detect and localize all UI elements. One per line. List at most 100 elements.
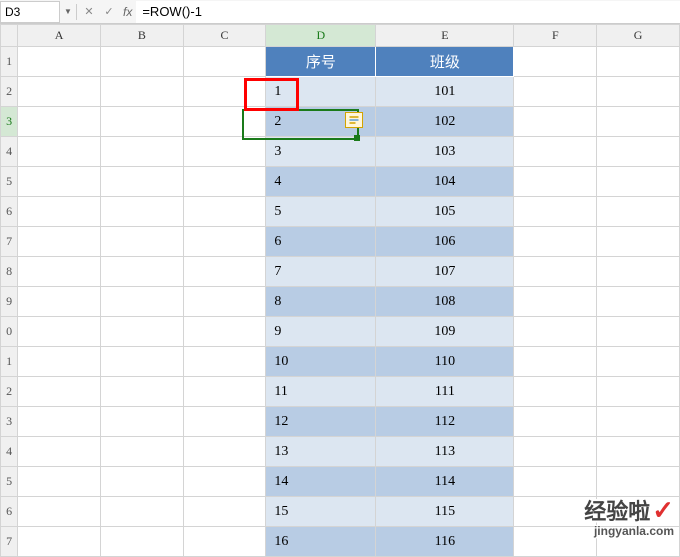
cell[interactable] xyxy=(514,437,597,467)
cell[interactable] xyxy=(100,407,183,437)
cell[interactable] xyxy=(18,257,101,287)
col-header-C[interactable]: C xyxy=(183,25,266,47)
cell[interactable] xyxy=(597,317,680,347)
row-header-11[interactable]: 1 xyxy=(1,347,18,377)
data-cell-e[interactable]: 106 xyxy=(376,227,514,257)
data-cell-d[interactable]: 6 xyxy=(266,227,376,257)
data-cell-d[interactable]: 14 xyxy=(266,467,376,497)
data-cell-e[interactable]: 111 xyxy=(376,377,514,407)
data-cell-d[interactable]: 8 xyxy=(266,287,376,317)
cell[interactable] xyxy=(514,77,597,107)
cell[interactable] xyxy=(597,47,680,77)
cell[interactable] xyxy=(100,467,183,497)
cell[interactable] xyxy=(18,467,101,497)
cell[interactable] xyxy=(100,197,183,227)
data-cell-e[interactable]: 114 xyxy=(376,467,514,497)
header-cell-e[interactable]: 班级 xyxy=(376,47,514,77)
cell[interactable] xyxy=(597,77,680,107)
cell[interactable] xyxy=(597,407,680,437)
data-cell-e[interactable]: 107 xyxy=(376,257,514,287)
cell[interactable] xyxy=(18,197,101,227)
data-cell-e[interactable]: 108 xyxy=(376,287,514,317)
data-cell-e[interactable]: 109 xyxy=(376,317,514,347)
data-cell-d[interactable]: 13 xyxy=(266,437,376,467)
cell[interactable] xyxy=(514,377,597,407)
autofill-options-icon[interactable] xyxy=(345,112,363,128)
cell[interactable] xyxy=(514,407,597,437)
cell[interactable] xyxy=(100,107,183,137)
cell[interactable] xyxy=(18,497,101,527)
cell[interactable] xyxy=(514,107,597,137)
row-header-8[interactable]: 8 xyxy=(1,257,18,287)
cell[interactable] xyxy=(183,107,266,137)
col-header-B[interactable]: B xyxy=(100,25,183,47)
cell[interactable] xyxy=(183,167,266,197)
formula-input[interactable] xyxy=(136,1,680,23)
data-cell-d[interactable]: 7 xyxy=(266,257,376,287)
fx-icon[interactable]: fx xyxy=(119,5,136,19)
data-cell-e[interactable]: 104 xyxy=(376,167,514,197)
row-header-6[interactable]: 6 xyxy=(1,197,18,227)
cell[interactable] xyxy=(183,197,266,227)
cell[interactable] xyxy=(514,197,597,227)
row-header-1[interactable]: 1 xyxy=(1,47,18,77)
data-cell-d[interactable]: 1 xyxy=(266,77,376,107)
data-cell-d[interactable]: 15 xyxy=(266,497,376,527)
data-cell-d[interactable]: 5 xyxy=(266,197,376,227)
cell[interactable] xyxy=(183,497,266,527)
row-header-16[interactable]: 6 xyxy=(1,497,18,527)
cell[interactable] xyxy=(514,317,597,347)
row-header-4[interactable]: 4 xyxy=(1,137,18,167)
row-header-9[interactable]: 9 xyxy=(1,287,18,317)
cell[interactable] xyxy=(183,287,266,317)
cell[interactable] xyxy=(100,47,183,77)
data-cell-d[interactable]: 9 xyxy=(266,317,376,347)
cell[interactable] xyxy=(100,437,183,467)
cell[interactable] xyxy=(514,47,597,77)
cell[interactable] xyxy=(597,167,680,197)
data-cell-e[interactable]: 113 xyxy=(376,437,514,467)
cell[interactable] xyxy=(18,377,101,407)
cell[interactable] xyxy=(514,347,597,377)
cell[interactable] xyxy=(100,497,183,527)
cell[interactable] xyxy=(100,257,183,287)
header-cell-d[interactable]: 序号 xyxy=(266,47,376,77)
cell[interactable] xyxy=(18,317,101,347)
cell[interactable] xyxy=(18,167,101,197)
cell[interactable] xyxy=(597,197,680,227)
col-header-G[interactable]: G xyxy=(597,25,680,47)
cell[interactable] xyxy=(514,167,597,197)
data-cell-d[interactable]: 11 xyxy=(266,377,376,407)
col-header-D[interactable]: D xyxy=(266,25,376,47)
data-cell-e[interactable]: 103 xyxy=(376,137,514,167)
cell[interactable] xyxy=(597,257,680,287)
data-cell-e[interactable]: 101 xyxy=(376,77,514,107)
cell[interactable] xyxy=(514,287,597,317)
data-cell-e[interactable]: 112 xyxy=(376,407,514,437)
row-header-12[interactable]: 2 xyxy=(1,377,18,407)
cell[interactable] xyxy=(100,227,183,257)
cell[interactable] xyxy=(100,287,183,317)
row-header-5[interactable]: 5 xyxy=(1,167,18,197)
cell[interactable] xyxy=(514,227,597,257)
cell[interactable] xyxy=(183,377,266,407)
cell[interactable] xyxy=(514,467,597,497)
cell[interactable] xyxy=(18,437,101,467)
cell[interactable] xyxy=(183,467,266,497)
cell[interactable] xyxy=(18,407,101,437)
col-header-E[interactable]: E xyxy=(376,25,514,47)
cell[interactable] xyxy=(100,317,183,347)
cell[interactable] xyxy=(597,377,680,407)
cell[interactable] xyxy=(183,257,266,287)
data-cell-d[interactable]: 12 xyxy=(266,407,376,437)
cell[interactable] xyxy=(18,107,101,137)
cell[interactable] xyxy=(597,467,680,497)
row-header-10[interactable]: 0 xyxy=(1,317,18,347)
data-cell-d[interactable]: 4 xyxy=(266,167,376,197)
cell[interactable] xyxy=(100,347,183,377)
cell[interactable] xyxy=(183,317,266,347)
cell[interactable] xyxy=(100,77,183,107)
cell[interactable] xyxy=(100,377,183,407)
cell[interactable] xyxy=(183,137,266,167)
cell[interactable] xyxy=(18,137,101,167)
